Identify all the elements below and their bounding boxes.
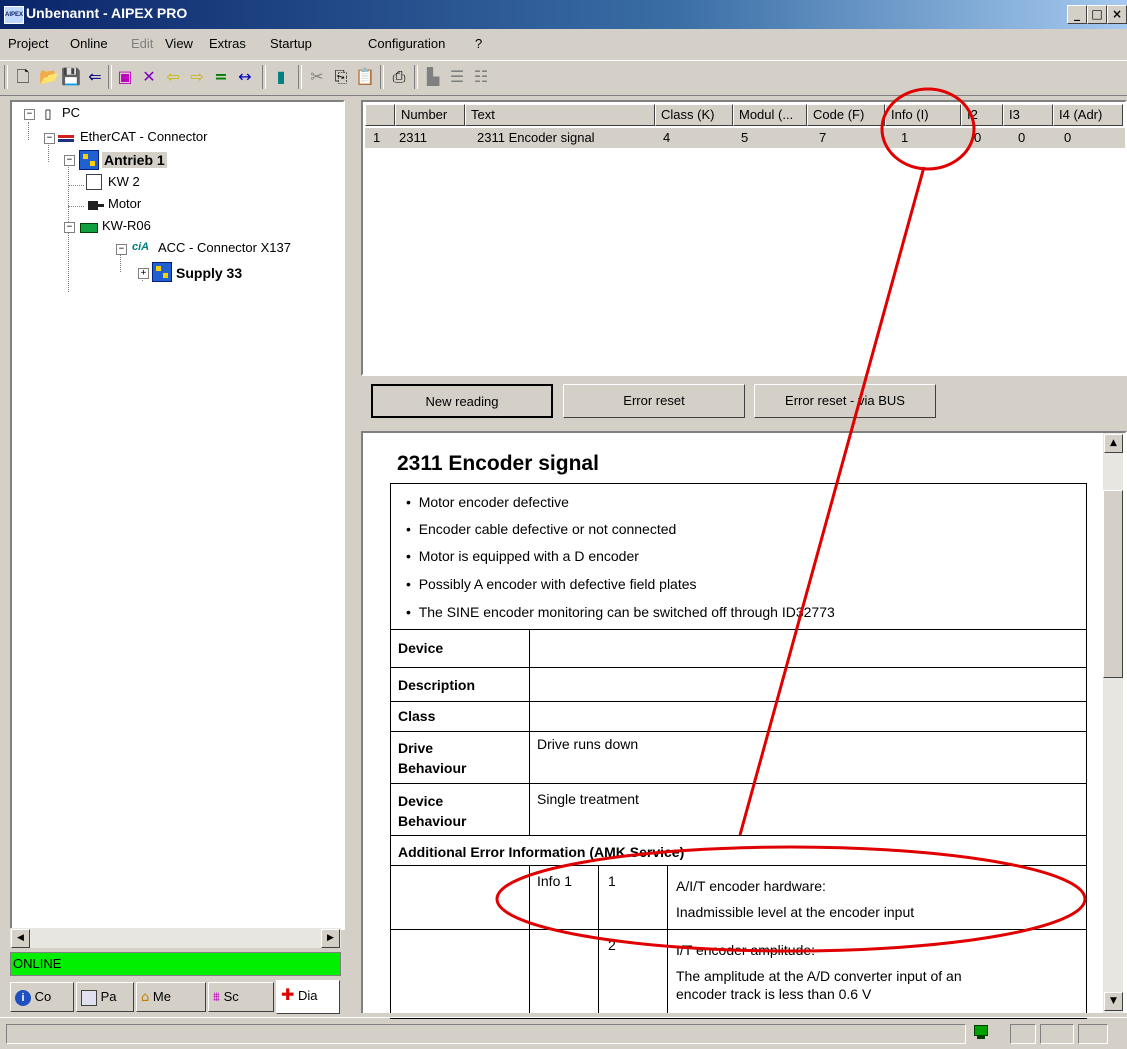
- annotation-ellipse: [495, 845, 1087, 953]
- annotation-circle: [880, 87, 976, 171]
- annotation-overlay: [495, 87, 1087, 953]
- annotation-line: [738, 166, 926, 836]
- network-status-icon: [972, 1025, 990, 1041]
